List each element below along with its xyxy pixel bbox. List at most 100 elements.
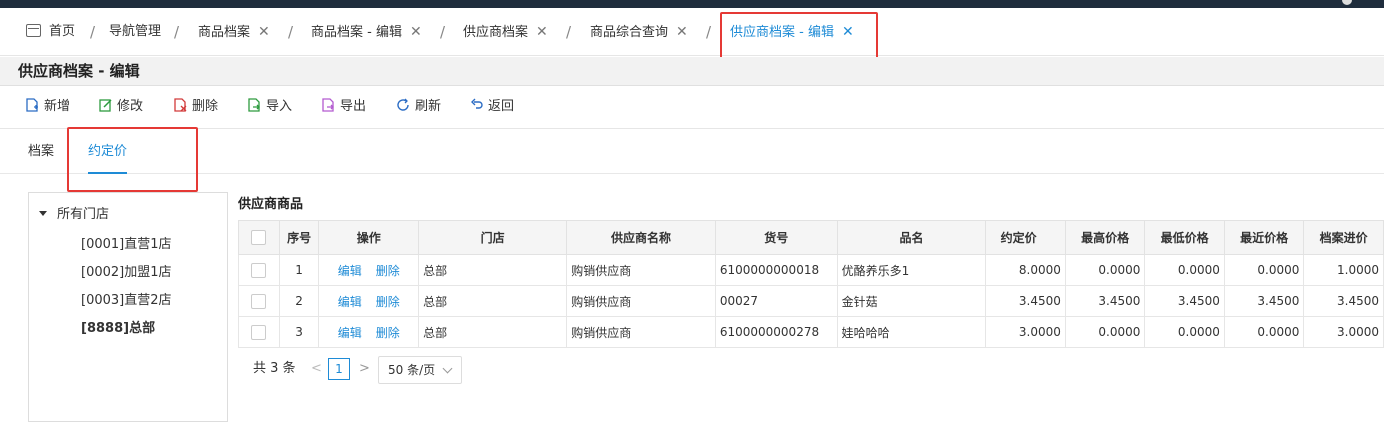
crumb-separator: / xyxy=(288,23,294,41)
supplier-goods-table: 序号 操作 门店 供应商名称 货号 品名 约定价 最高价格 最低价格 最近价格 … xyxy=(238,220,1384,348)
crumb-nav-manage[interactable]: 导航管理 xyxy=(109,8,161,56)
crumb-goods-archive[interactable]: 商品档案 ✕ xyxy=(198,8,270,56)
table-header-row: 序号 操作 门店 供应商名称 货号 品名 约定价 最高价格 最低价格 最近价格 … xyxy=(238,220,1384,255)
crumb-supplier-archive[interactable]: 供应商档案 ✕ xyxy=(463,8,548,56)
supplier-cell: 购销供应商 xyxy=(566,285,716,317)
column-header[interactable]: 货号 xyxy=(714,220,838,255)
tree-root[interactable]: 所有门店 xyxy=(39,203,109,222)
edit-link[interactable]: 编辑 xyxy=(338,264,362,278)
row-checkbox[interactable] xyxy=(251,324,267,340)
name-cell: 娃哈哈哈 xyxy=(836,316,987,348)
column-header[interactable]: 档案进价 xyxy=(1303,220,1384,255)
delete-button[interactable]: 删除 xyxy=(174,87,218,127)
home-icon xyxy=(26,24,41,37)
column-header[interactable]: 最高价格 xyxy=(1064,220,1146,255)
store-cell: 总部 xyxy=(418,285,568,317)
import-button[interactable]: 导入 xyxy=(248,87,292,127)
code-cell: 6100000000278 xyxy=(714,316,838,348)
export-button[interactable]: 导出 xyxy=(322,87,366,127)
agreed-price-cell: 3.4500 xyxy=(985,285,1066,317)
breadcrumb: 首页 / 导航管理 / 商品档案 ✕ / 商品档案 - 编辑 ✕ / 供应商档案 ✕ … xyxy=(0,8,1384,56)
store-cell: 总部 xyxy=(418,254,568,286)
column-header: 操作 xyxy=(318,220,420,255)
row-number: 1 xyxy=(278,254,320,286)
edit-link[interactable]: 编辑 xyxy=(338,326,362,340)
column-header[interactable]: 最近价格 xyxy=(1223,220,1305,255)
select-all-checkbox[interactable] xyxy=(251,230,267,245)
table-row[interactable]: 1 编辑 删除 总部 购销供应商 6100000000018 优酪养乐多1 8.0… xyxy=(238,254,1384,286)
tab-agreed-price[interactable]: 约定价 xyxy=(88,130,128,174)
column-header: 序号 xyxy=(278,220,320,255)
chevron-down-icon xyxy=(442,363,453,374)
row-actions: 编辑 删除 xyxy=(318,254,420,286)
user-avatar[interactable] xyxy=(1342,0,1352,5)
max-price-cell: 0.0000 xyxy=(1064,316,1146,348)
table-row[interactable]: 3 编辑 删除 总部 购销供应商 6100000000278 娃哈哈哈 3.000… xyxy=(238,316,1384,348)
tab-bar: 档案 约定价 xyxy=(0,130,1384,174)
crumb-goods-archive-edit[interactable]: 商品档案 - 编辑 ✕ xyxy=(311,8,422,56)
close-icon[interactable]: ✕ xyxy=(676,24,688,40)
crumb-separator: / xyxy=(440,23,446,41)
select-all-cell xyxy=(238,220,280,255)
next-page-button[interactable]: > xyxy=(359,356,370,382)
last-price-cell: 0.0000 xyxy=(1223,254,1305,286)
column-header[interactable]: 供应商名称 xyxy=(566,220,716,255)
page-number-button[interactable]: 1 xyxy=(328,358,350,380)
back-button[interactable]: 返回 xyxy=(470,87,514,127)
new-button[interactable]: 新增 xyxy=(26,87,70,127)
close-icon[interactable]: ✕ xyxy=(842,24,854,40)
page-size-select[interactable]: 50 条/页 xyxy=(378,356,462,384)
row-checkbox[interactable] xyxy=(251,262,267,278)
tab-archive[interactable]: 档案 xyxy=(28,130,54,174)
cost-price-cell: 3.0000 xyxy=(1303,316,1384,348)
crumb-supplier-archive-edit[interactable]: 供应商档案 - 编辑 ✕ xyxy=(730,8,854,56)
cost-price-cell: 1.0000 xyxy=(1303,254,1384,286)
crumb-separator: / xyxy=(706,23,712,41)
tree-item[interactable]: [0002]加盟1店 xyxy=(81,261,172,280)
last-price-cell: 3.4500 xyxy=(1223,285,1305,317)
row-number: 3 xyxy=(278,316,320,348)
caret-down-icon[interactable] xyxy=(39,211,47,216)
import-icon xyxy=(248,98,260,112)
min-price-cell: 0.0000 xyxy=(1144,316,1225,348)
row-number: 2 xyxy=(278,285,320,317)
close-icon[interactable]: ✕ xyxy=(258,24,270,40)
column-header[interactable]: 门店 xyxy=(418,220,568,255)
row-checkbox[interactable] xyxy=(251,293,267,309)
max-price-cell: 3.4500 xyxy=(1064,285,1146,317)
table-row[interactable]: 2 编辑 删除 总部 购销供应商 00027 金针菇 3.4500 3.4500 … xyxy=(238,285,1384,317)
delete-link[interactable]: 删除 xyxy=(376,264,400,278)
row-select-cell xyxy=(238,254,280,286)
edit-icon xyxy=(99,99,112,112)
code-cell: 00027 xyxy=(714,285,838,317)
code-cell: 6100000000018 xyxy=(714,254,838,286)
column-header[interactable]: 品名 xyxy=(836,220,987,255)
top-bar xyxy=(0,0,1384,8)
row-select-cell xyxy=(238,316,280,348)
crumb-goods-query[interactable]: 商品综合查询 ✕ xyxy=(590,8,688,56)
column-header[interactable]: 约定价 xyxy=(985,220,1066,255)
name-cell: 优酪养乐多1 xyxy=(836,254,987,286)
add-file-icon xyxy=(26,98,38,112)
agreed-price-cell: 8.0000 xyxy=(985,254,1066,286)
back-arrow-icon xyxy=(471,98,483,109)
edit-link[interactable]: 编辑 xyxy=(338,295,362,309)
export-icon xyxy=(322,98,334,112)
delete-link[interactable]: 删除 xyxy=(376,295,400,309)
refresh-icon xyxy=(397,98,409,111)
delete-link[interactable]: 删除 xyxy=(376,326,400,340)
tree-item[interactable]: [0001]直营1店 xyxy=(81,233,172,252)
toolbar: 新增 修改 删除 导入 导出 刷新 返回 xyxy=(0,87,1384,129)
tree-item[interactable]: [0003]直营2店 xyxy=(81,289,172,308)
column-header[interactable]: 最低价格 xyxy=(1144,220,1225,255)
name-cell: 金针菇 xyxy=(836,285,987,317)
grid-title: 供应商商品 xyxy=(238,197,304,212)
edit-button[interactable]: 修改 xyxy=(99,87,143,127)
close-icon[interactable]: ✕ xyxy=(410,24,422,40)
refresh-button[interactable]: 刷新 xyxy=(397,87,441,127)
prev-page-button[interactable]: < xyxy=(311,356,322,382)
crumb-home[interactable]: 首页 xyxy=(26,8,75,56)
close-icon[interactable]: ✕ xyxy=(536,24,548,40)
store-cell: 总部 xyxy=(418,316,568,348)
tree-item-selected[interactable]: [8888]总部 xyxy=(81,317,155,336)
